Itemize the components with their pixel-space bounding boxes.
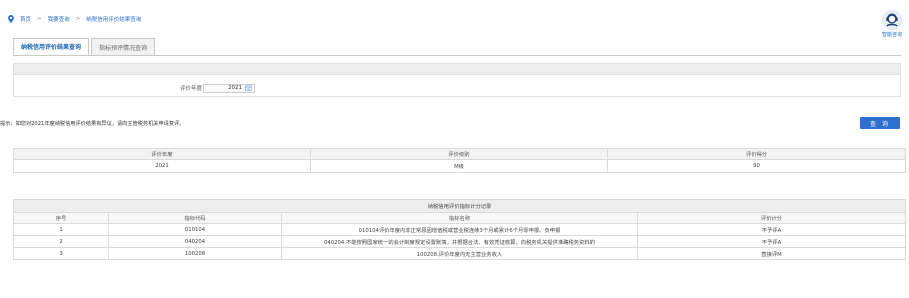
year-value: 2021 [228, 85, 242, 91]
location-pin-icon [8, 15, 14, 23]
breadcrumb: 首页 > 我要查询 > 纳税信用评价结果查询 [8, 14, 141, 24]
year-label: 评价年度 [179, 86, 202, 92]
breadcrumb-current: 纳税信用评价结果查询 [86, 17, 142, 23]
column-header: 指标名称 [281, 212, 638, 224]
table-cell: 040204 [108, 235, 282, 248]
assistant-label: 智能咨询 [881, 32, 902, 38]
table-caption: 纳税信用评价指标计分记录 [13, 199, 906, 213]
column-header: 序号 [13, 212, 109, 224]
tab-credit-result-query[interactable]: 纳税信用评价结果查询 [13, 38, 90, 56]
table-cell: M级 [310, 159, 608, 173]
table-cell: 100208.评价年度内无主营业务收入 [281, 247, 638, 260]
column-header: 评价计分 [637, 212, 906, 224]
breadcrumb-separator: > [75, 16, 81, 22]
table-cell: 010104 [108, 223, 282, 236]
table-row: 1 010104 010104评价年度内非正常原因增值税或营业税连续3个月或累计… [13, 223, 906, 236]
table-cell: 100208 [108, 247, 282, 260]
assistant-icon [882, 10, 902, 30]
score-detail-table: 纳税信用评价指标计分记录 序号 指标代码 指标名称 评价计分 1 010104 … [13, 199, 906, 260]
table-row: 2021 M级 90 [13, 159, 906, 173]
table-cell: 3 [13, 247, 109, 260]
calendar-icon[interactable] [245, 85, 252, 91]
table-cell: 1 [13, 223, 109, 236]
table-cell: 90 [607, 159, 906, 173]
table-cell: 2 [13, 235, 109, 248]
year-input[interactable]: 2021 [203, 83, 255, 93]
tab-divider [13, 55, 901, 56]
column-header: 评价年度 [13, 148, 311, 160]
objection-hint: 提示：如您对2021年度纳税信用评价结果有异议，请向主管税务机关申请复评。 [0, 121, 185, 127]
column-header: 评价级别 [310, 148, 608, 160]
table-caption-row: 纳税信用评价指标计分记录 [13, 199, 906, 213]
table-cell: 2021 [13, 159, 311, 173]
table-cell: 不予评A [637, 235, 906, 248]
tab-bar: 纳税信用评价结果查询 指标预评情况查询 [13, 38, 157, 56]
breadcrumb-home[interactable]: 首页 [20, 15, 31, 23]
column-header: 指标代码 [108, 212, 282, 224]
table-cell: 010104评价年度内非正常原因增值税或营业税连续3个月或累计6个月零申报、负申… [281, 223, 638, 236]
filter-panel-header [14, 64, 900, 75]
tab-indicator-pre-evaluation[interactable]: 指标预评情况查询 [91, 38, 156, 56]
table-header-row: 序号 指标代码 指标名称 评价计分 [13, 212, 906, 224]
table-header-row: 评价年度 评价级别 评价得分 [13, 148, 906, 160]
column-header: 评价得分 [607, 148, 906, 160]
table-row: 2 040204 040204.不能按照国家统一的会计制度规定设置账簿，并根据合… [13, 235, 906, 248]
table-cell: 040204.不能按照国家统一的会计制度规定设置账簿，并根据合法、有效凭证核算，… [281, 235, 638, 248]
breadcrumb-query[interactable]: 我要查询 [48, 15, 70, 23]
table-row: 3 100208 100208.评价年度内无主营业务收入 直接评M [13, 247, 906, 260]
smart-assistant-button[interactable]: 智能咨询 [878, 10, 906, 38]
query-button[interactable]: 查 询 [860, 117, 900, 129]
table-cell: 直接评M [637, 247, 906, 260]
breadcrumb-separator: > [37, 16, 42, 22]
result-table: 评价年度 评价级别 评价得分 2021 M级 90 [13, 148, 906, 173]
table-cell: 不予评A [637, 223, 906, 236]
filter-panel: 评价年度 2021 [13, 63, 901, 97]
